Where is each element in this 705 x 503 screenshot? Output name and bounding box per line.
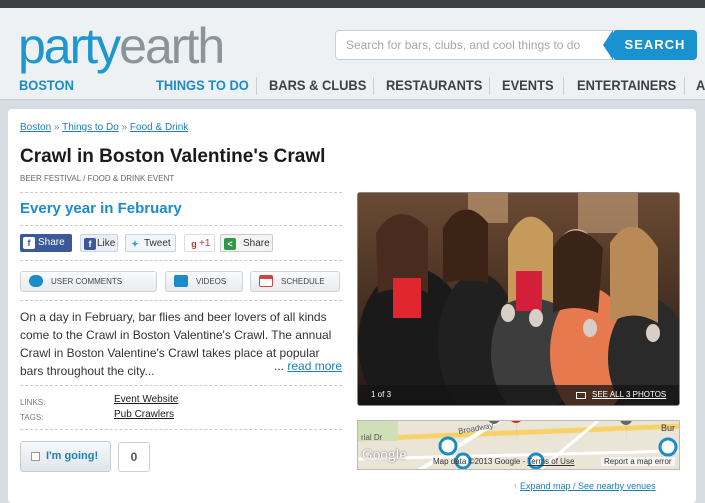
facebook-like-button[interactable]: f Like <box>80 234 118 252</box>
nav-divider <box>373 77 374 95</box>
photo-caption-bar: 1 of 3 SEE ALL 3 PHOTOS <box>358 385 679 405</box>
map-links: ↑ Expand map / See nearby venues <box>513 481 656 491</box>
twitter-bird-icon: ✦ <box>131 239 139 249</box>
facebook-share-label: Share <box>38 237 65 248</box>
breadcrumb-things-to-do[interactable]: Things to Do <box>62 122 119 133</box>
event-card: Boston » Things to Do » Food & Drink Cra… <box>8 109 696 503</box>
map-copyright: Map data ©2013 Google <box>433 457 521 466</box>
facebook-share-button[interactable]: f Share <box>20 234 72 252</box>
share-button[interactable]: < Share <box>220 234 273 252</box>
photos-icon <box>576 392 586 399</box>
schedule-label: SCHEDULE <box>281 277 325 286</box>
nav-divider <box>489 77 490 95</box>
site-header: partyearth SEARCH BOSTON THINGS TO DO BA… <box>0 8 705 100</box>
going-count: 0 <box>118 442 150 472</box>
user-comments-label: USER COMMENTS <box>51 277 123 286</box>
breadcrumb-separator: » <box>121 122 128 133</box>
divider <box>20 192 342 193</box>
event-when: Every year in February <box>20 200 182 217</box>
divider <box>20 429 342 430</box>
nav-bars-clubs[interactable]: BARS & CLUBS <box>269 75 366 101</box>
search-button[interactable]: SEARCH <box>603 30 697 60</box>
group-photo-image <box>358 193 679 405</box>
report-map-error-link[interactable]: Report a map error <box>601 457 675 466</box>
im-going-button[interactable]: I'm going! <box>20 441 111 472</box>
google-plus-button[interactable]: g +1 <box>184 234 215 252</box>
divider <box>20 225 342 226</box>
calendar-icon <box>259 275 273 287</box>
nav-divider <box>256 77 257 95</box>
divider <box>20 300 342 301</box>
read-more-link[interactable]: read more <box>287 359 342 373</box>
breadcrumb-food-drink[interactable]: Food & Drink <box>130 122 188 133</box>
share-icon: < <box>224 238 236 250</box>
tweet-button[interactable]: ✦ Tweet <box>125 234 176 252</box>
logo-party: party <box>18 18 121 74</box>
google-plus-label: +1 <box>199 238 211 249</box>
search-input[interactable] <box>335 30 620 60</box>
logo-earth: earth <box>119 18 225 74</box>
map-terms-link[interactable]: Terms of Use <box>527 457 574 466</box>
videos-label: VIDEOS <box>196 277 227 286</box>
google-logo: Google <box>362 447 407 463</box>
expand-arrow-icon: ↑ <box>513 481 518 491</box>
map-street-label: rial Dr <box>361 433 383 442</box>
nav-divider <box>563 77 564 95</box>
event-website-link[interactable]: Event Website <box>114 394 178 405</box>
schedule-button[interactable]: SCHEDULE <box>250 271 340 292</box>
going-checkbox[interactable] <box>31 452 40 461</box>
breadcrumb-separator: » <box>53 122 60 133</box>
user-comments-button[interactable]: USER COMMENTS <box>20 271 157 292</box>
breadcrumb-boston[interactable]: Boston <box>20 122 51 133</box>
event-photo[interactable]: 1 of 3 SEE ALL 3 PHOTOS <box>357 192 680 406</box>
divider <box>20 260 342 261</box>
main-nav: BOSTON THINGS TO DO BARS & CLUBS RESTAUR… <box>0 75 705 101</box>
breadcrumb: Boston » Things to Do » Food & Drink <box>20 122 188 133</box>
event-map[interactable]: Broadway rial Dr Bur Google Map data ©20… <box>357 420 680 470</box>
partyearth-logo[interactable]: partyearth <box>18 16 225 76</box>
google-plus-icon: g <box>191 239 197 249</box>
nav-more[interactable]: A <box>696 75 705 101</box>
links-label: LINKS: <box>20 398 46 407</box>
tags-label: TAGS: <box>20 413 44 422</box>
nav-entertainers[interactable]: ENTERTAINERS <box>577 75 676 101</box>
comment-icon <box>29 275 43 287</box>
search-bar: SEARCH <box>335 30 697 62</box>
read-more: ... read more <box>274 359 342 373</box>
see-all-photos-link[interactable]: SEE ALL 3 PHOTOS <box>592 385 666 405</box>
top-bar <box>0 0 705 8</box>
map-place-label: Bur <box>661 423 676 433</box>
nav-city-boston[interactable]: BOSTON <box>19 75 74 101</box>
photo-counter: 1 of 3 <box>371 390 392 399</box>
page-title: Crawl in Boston Valentine's Crawl <box>20 146 326 167</box>
im-going-label: I'm going! <box>46 450 99 462</box>
read-more-ellipsis: ... <box>274 359 285 373</box>
tag-pub-crawlers[interactable]: Pub Crawlers <box>114 409 174 420</box>
share-label: Share <box>243 238 270 249</box>
map-attribution: Map data ©2013 Google - Terms of Use <box>433 457 575 466</box>
tweet-label: Tweet <box>144 238 171 249</box>
nav-events[interactable]: EVENTS <box>502 75 554 101</box>
play-icon <box>174 275 188 287</box>
facebook-like-label: Like <box>97 238 116 249</box>
event-category: BEER FESTIVAL / FOOD & DRINK EVENT <box>20 174 175 183</box>
nav-divider <box>684 77 685 95</box>
nav-things-to-do[interactable]: THINGS TO DO <box>156 75 249 101</box>
expand-map-link[interactable]: Expand map / See nearby venues <box>520 481 656 491</box>
facebook-icon: f <box>84 238 96 250</box>
nav-restaurants[interactable]: RESTAURANTS <box>386 75 482 101</box>
divider <box>20 385 342 386</box>
videos-button[interactable]: VIDEOS <box>165 271 243 292</box>
facebook-icon: f <box>23 237 35 249</box>
